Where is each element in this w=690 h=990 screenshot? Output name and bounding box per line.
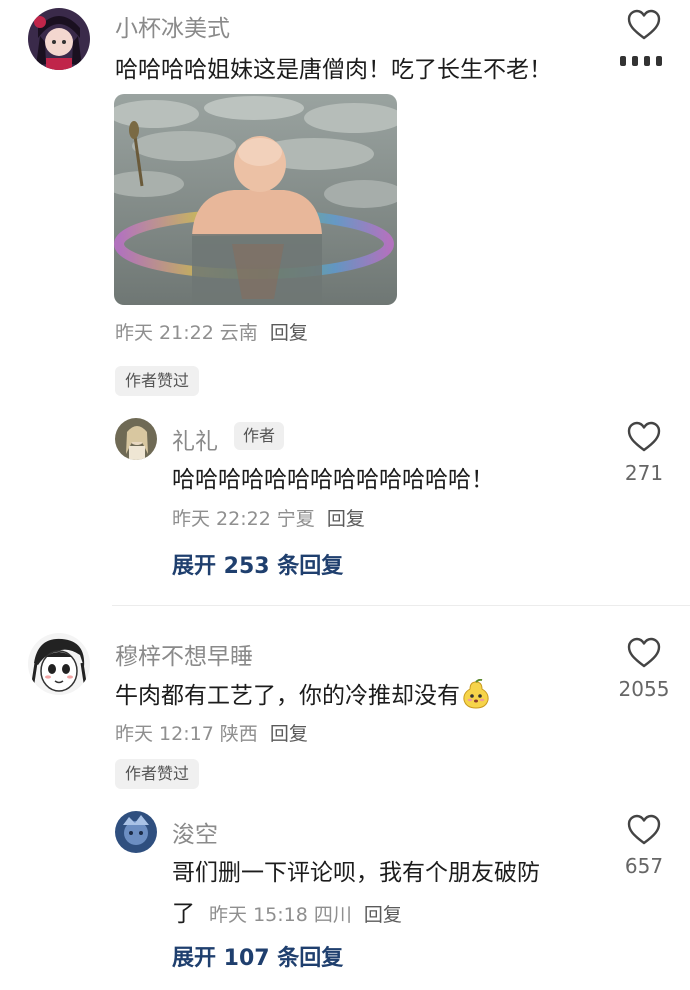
expand-replies-link[interactable]: 展开 253 条回复 <box>172 548 343 580</box>
comment-meta: 昨天 21:22 云南 回复 <box>115 318 314 345</box>
reply-text: 哈哈哈哈哈哈哈哈哈哈哈哈哈！ <box>172 467 494 493</box>
reply-button[interactable]: 回复 <box>270 723 308 745</box>
pear-face-emoji-icon <box>463 678 489 709</box>
comment-text: 哈哈哈哈姐妹这是唐僧肉！吃了长生不老！ <box>115 57 552 83</box>
reply-meta: 昨天 22:22 宁夏 回复 <box>172 504 371 531</box>
avatar[interactable] <box>28 633 90 695</box>
heart-icon[interactable] <box>627 9 661 41</box>
timestamp: 昨天 15:18 <box>209 904 308 926</box>
heart-icon[interactable] <box>627 814 661 846</box>
avatar[interactable] <box>28 8 90 70</box>
location: 宁夏 <box>276 508 315 530</box>
timestamp: 昨天 12:17 <box>115 723 214 745</box>
timestamp: 昨天 21:22 <box>115 322 214 344</box>
like-count: 271 <box>624 461 664 485</box>
heart-icon[interactable] <box>627 637 661 669</box>
author-tag: 作者 <box>234 422 285 450</box>
username[interactable]: 小杯冰美式 <box>115 9 230 43</box>
reply-text-line2: 了 <box>172 901 195 927</box>
avatar[interactable] <box>115 418 157 460</box>
reply-text-continued: 了 昨天 15:18 四川 回复 <box>172 894 408 928</box>
comment-divider <box>112 605 690 606</box>
reply-text: 哥们删一下评论呗，我有个朋友破防 <box>172 860 540 886</box>
author-liked-badge: 作者赞过 <box>115 366 200 396</box>
author-liked-badge: 作者赞过 <box>115 759 200 789</box>
comment-meta: 昨天 12:17 陕西 回复 <box>115 719 314 746</box>
like-count: 2055 <box>618 677 670 701</box>
location: 云南 <box>219 322 258 344</box>
timestamp: 昨天 22:22 <box>172 508 271 530</box>
reply-meta: 昨天 15:18 四川 回复 <box>203 904 408 926</box>
avatar[interactable] <box>115 811 157 853</box>
location: 陕西 <box>219 723 258 745</box>
username[interactable]: 穆梓不想早睡 <box>115 637 253 671</box>
location: 四川 <box>313 904 352 926</box>
expand-replies-link[interactable]: 展开 107 条回复 <box>172 940 343 972</box>
comment-text-body: 牛肉都有工艺了，你的冷推却没有 <box>115 683 460 709</box>
username[interactable]: 礼礼 <box>172 422 218 456</box>
more-dots-icon[interactable] <box>618 54 670 68</box>
like-count: 657 <box>624 854 664 878</box>
username[interactable]: 浚空 <box>172 815 218 849</box>
comment-image[interactable] <box>114 94 397 305</box>
heart-icon[interactable] <box>627 421 661 453</box>
reply-button[interactable]: 回复 <box>364 904 402 926</box>
reply-button[interactable]: 回复 <box>270 322 308 344</box>
comment-text: 牛肉都有工艺了，你的冷推却没有 <box>115 676 490 710</box>
reply-button[interactable]: 回复 <box>327 508 365 530</box>
